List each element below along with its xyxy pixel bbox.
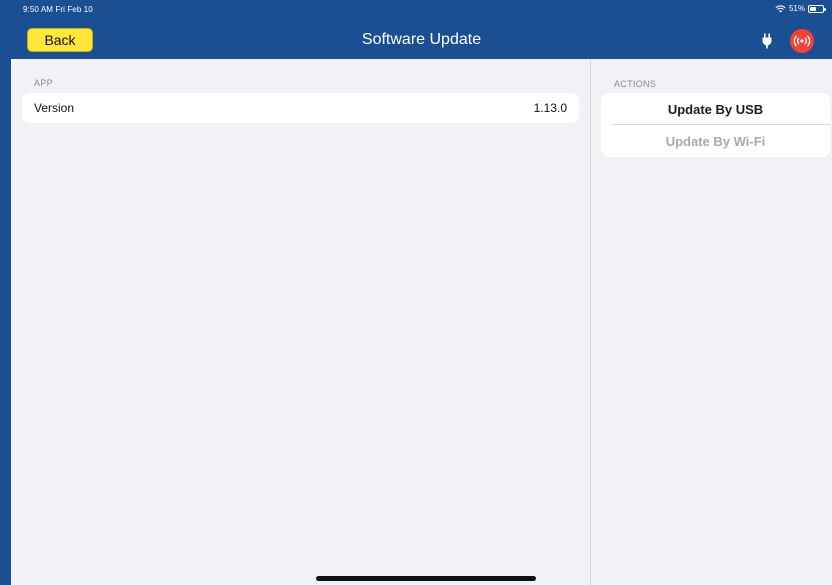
wifi-icon [775,4,786,13]
actions-card: Update By USB Update By Wi-Fi [601,93,830,157]
right-pane: ACTIONS Update By USB Update By Wi-Fi [591,59,832,585]
app-screen: 9:50 AM Fri Feb 10 51% Back Software Upd… [0,0,832,585]
version-value: 1.13.0 [533,101,567,115]
battery-icon [808,4,826,13]
update-by-wifi-button[interactable]: Update By Wi-Fi [601,125,830,157]
battery-percent: 51% [788,4,805,13]
actions-section-header: ACTIONS [614,79,657,89]
left-pane: APP Version 1.13.0 [11,59,590,585]
top-bar: 9:50 AM Fri Feb 10 51% Back Software Upd… [11,0,832,59]
signal-broadcast-button[interactable] [790,29,814,53]
battery-cap [824,7,826,11]
version-row: Version 1.13.0 [22,93,579,123]
home-indicator[interactable] [316,576,536,581]
status-right-group: 51% [775,4,826,13]
plug-icon [762,33,772,49]
status-time-date: 9:50 AM Fri Feb 10 [23,5,93,14]
signal-broadcast-icon [793,35,811,47]
app-section-header: APP [34,78,53,88]
update-by-usb-button[interactable]: Update By USB [601,93,830,125]
page-title: Software Update [361,31,482,48]
version-label: Version [34,101,75,115]
battery-fill [810,6,816,11]
